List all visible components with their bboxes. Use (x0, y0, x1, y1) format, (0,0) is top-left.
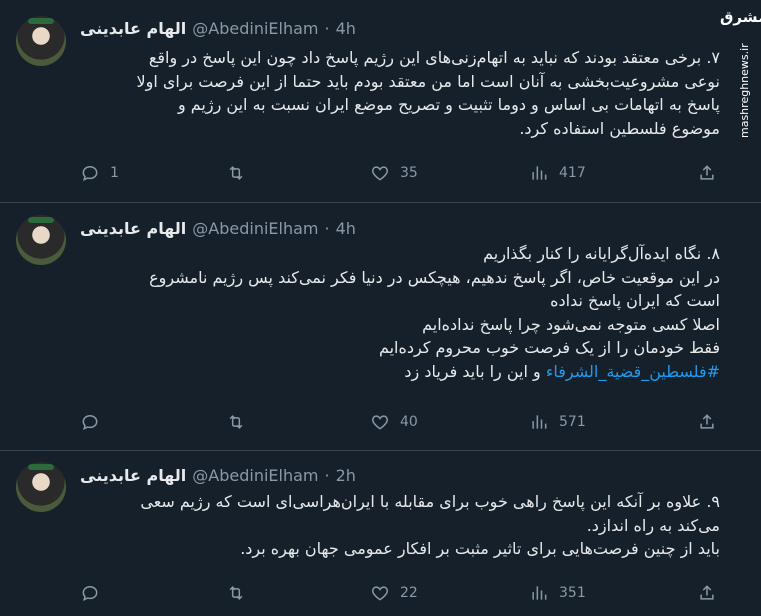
timestamp[interactable]: 4h (336, 219, 356, 238)
avatar[interactable] (16, 16, 66, 66)
tweet-line: پاسخ به اتهامات بی اساس و دوما تثبیت و ت… (177, 95, 720, 114)
tweet-line: فقط خودمان را از یک فرصت خوب محروم کرده‌… (378, 338, 720, 357)
retweet-icon (229, 586, 243, 600)
reply-icon (82, 585, 98, 602)
avatar[interactable] (16, 215, 66, 265)
reply-button[interactable]: 1 (80, 163, 119, 183)
tweet-text: ۸. نگاه ایده‌آل‌گرایانه را کنار بگذاریم … (80, 242, 720, 383)
timestamp[interactable]: 4h (336, 19, 356, 38)
share-button[interactable] (697, 163, 717, 183)
bar-chart-icon (532, 166, 547, 180)
view-count: 571 (559, 414, 586, 430)
tweet[interactable]: الهام عابدینی @AbediniElham · 4h ۸. نگاه… (0, 202, 761, 451)
view-count: 351 (559, 585, 586, 601)
avatar[interactable] (16, 462, 66, 512)
retweet-button[interactable] (226, 583, 256, 603)
reply-icon (82, 165, 98, 182)
separator-dot: · (324, 465, 330, 485)
tweet-text: ۹. علاوه بر آنکه این پاسخ راهی خوب برای … (80, 490, 720, 561)
tweet-line: اصلا کسی متوجه نمی‌شود چرا پاسخ نداده‌ای… (422, 314, 720, 334)
tweet-text: ۷. برخی معتقد بودند که نباید به اتهام‌زن… (80, 46, 720, 140)
user-handle[interactable]: @AbediniElham (192, 19, 318, 38)
tweet-line: می‌کند به راه اندازد. (586, 515, 720, 535)
display-name[interactable]: الهام عابدینی (80, 219, 186, 238)
views-button[interactable]: 417 (529, 163, 586, 183)
share-icon (700, 414, 714, 429)
heart-icon (371, 166, 389, 181)
user-handle[interactable]: @AbediniElham (192, 219, 318, 238)
reply-button[interactable] (80, 583, 110, 603)
heart-icon (371, 415, 389, 430)
separator-dot: · (324, 218, 330, 238)
reply-count: 1 (110, 165, 119, 181)
tweet-line: موضوع فلسطین استفاده کرد. (519, 118, 720, 138)
like-count: 40 (400, 414, 418, 430)
like-button[interactable]: 35 (370, 163, 418, 183)
tweet-line: ۹. علاوه بر آنکه این پاسخ راهی خوب برای … (140, 492, 720, 511)
user-handle[interactable]: @AbediniElham (192, 466, 318, 485)
separator-dot: · (324, 18, 330, 38)
reply-icon (82, 414, 98, 431)
heart-icon (371, 586, 389, 601)
bar-chart-icon (532, 586, 547, 600)
like-button[interactable]: 40 (370, 412, 418, 432)
tweet-header: الهام عابدینی @AbediniElham · 4h (80, 216, 356, 240)
share-button[interactable] (697, 412, 717, 432)
reply-button[interactable] (80, 412, 110, 432)
tweet-header: الهام عابدینی @AbediniElham · 4h (80, 16, 356, 40)
like-count: 22 (400, 585, 418, 601)
hashtag-suffix: و این را باید فریاد زد (404, 361, 546, 381)
tweet-actions: 1 35 417 (80, 163, 740, 187)
tweet-header: الهام عابدینی @AbediniElham · 2h (80, 463, 356, 487)
share-icon (700, 165, 714, 180)
like-button[interactable]: 22 (370, 583, 418, 603)
bar-chart-icon (532, 415, 547, 429)
views-button[interactable]: 571 (529, 412, 586, 432)
retweet-icon (229, 166, 243, 180)
timestamp[interactable]: 2h (336, 466, 356, 485)
share-button[interactable] (697, 583, 717, 603)
tweet[interactable]: الهام عابدینی @AbediniElham · 4h ۷. برخی… (0, 0, 761, 203)
tweet-actions: 22 351 (80, 583, 740, 607)
tweet-actions: 40 571 (80, 412, 740, 436)
tweet-line: باید از چنین فرصت‌هایی برای تاثیر مثبت ب… (240, 539, 720, 558)
display-name[interactable]: الهام عابدینی (80, 19, 186, 38)
display-name[interactable]: الهام عابدینی (80, 466, 186, 485)
retweet-icon (229, 415, 243, 429)
tweet[interactable]: الهام عابدینی @AbediniElham · 2h ۹. علاو… (0, 450, 761, 616)
tweet-line-with-hashtag: #فلسطین_قضیة_الشرفاء و این را باید فریاد… (80, 360, 720, 384)
tweet-line: ۷. برخی معتقد بودند که نباید به اتهام‌زن… (148, 48, 720, 67)
view-count: 417 (559, 165, 586, 181)
retweet-button[interactable] (226, 412, 256, 432)
hashtag-link[interactable]: #فلسطین_قضیة_الشرفاء (546, 362, 720, 381)
tweet-line: است که ایران پاسخ نداده (550, 291, 720, 310)
tweet-line: ۸. نگاه ایده‌آل‌گرایانه را کنار بگذاریم (483, 244, 720, 263)
tweet-line: در این موقعیت خاص، اگر پاسخ ندهیم، هیچکس… (149, 267, 720, 287)
like-count: 35 (400, 165, 418, 181)
share-icon (700, 585, 714, 600)
views-button[interactable]: 351 (529, 583, 586, 603)
retweet-button[interactable] (226, 163, 256, 183)
tweet-line: نوعی مشروعیت‌بخشی به آنان است اما من معت… (136, 71, 720, 91)
